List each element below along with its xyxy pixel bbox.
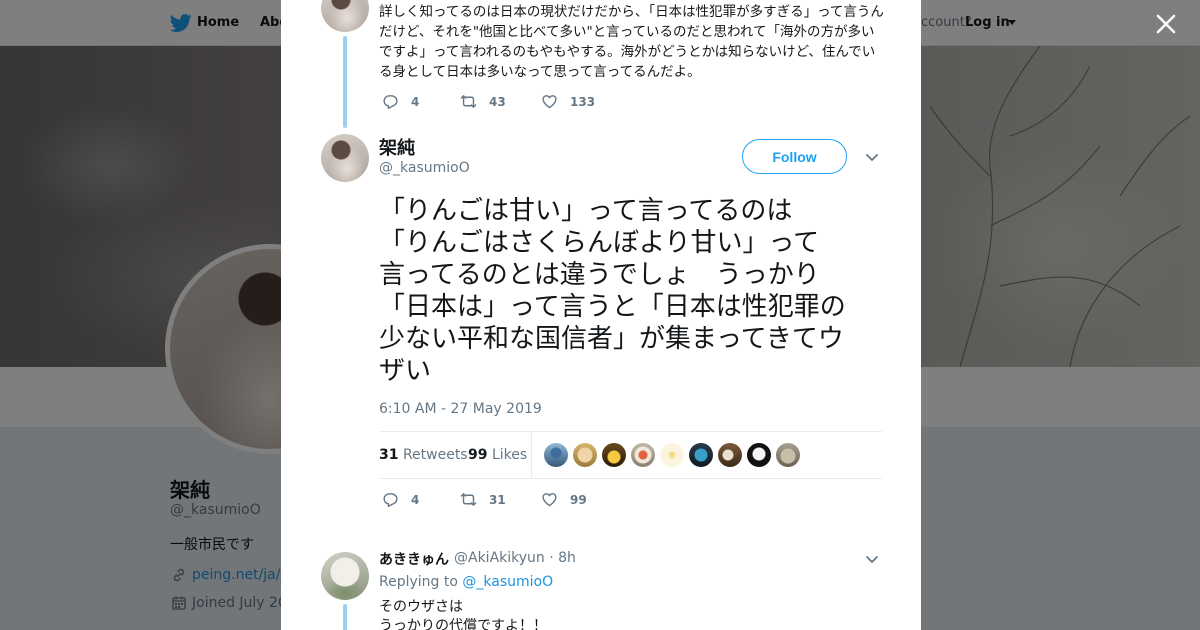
previous-like-count: 133 [570, 94, 596, 109]
liker-avatar[interactable] [631, 443, 655, 467]
replying-to-link[interactable]: @_kasumioO [462, 574, 553, 590]
reply-count: 4 [411, 492, 420, 507]
follow-button[interactable]: Follow [742, 139, 847, 174]
like-action[interactable]: 99 [541, 491, 587, 508]
liker-avatar[interactable] [602, 443, 626, 467]
liker-avatar[interactable] [776, 443, 800, 467]
chevron-down-icon[interactable] [865, 150, 879, 164]
retweet-icon [460, 95, 477, 108]
reply-icon [383, 493, 398, 507]
replying-to-line: Replying to @_kasumioO [379, 574, 553, 590]
likes-stat[interactable]: 99 Likes [468, 447, 527, 463]
previous-retweet-count: 43 [489, 94, 506, 109]
reply-action[interactable]: 4 [382, 491, 419, 508]
previous-reply-action[interactable]: 4 [382, 93, 419, 110]
author-avatar[interactable] [321, 134, 369, 182]
liker-avatar[interactable] [689, 443, 713, 467]
reply-text-line: そのウザさは [379, 599, 463, 615]
author-name[interactable]: 架純 [379, 134, 415, 160]
tweet-stats-bar: 31 Retweets 99 Likes [379, 431, 882, 479]
chevron-down-icon[interactable] [865, 552, 879, 566]
likes-stat-label: Likes [491, 447, 528, 463]
reply-thread-line [343, 604, 347, 630]
liker-avatar[interactable] [544, 443, 568, 467]
thread-connector-line [343, 36, 347, 128]
reply-author-name[interactable]: あききゅん [379, 549, 449, 569]
previous-like-action[interactable]: 133 [541, 93, 595, 110]
previous-retweet-action[interactable]: 43 [460, 93, 506, 110]
retweets-stat[interactable]: 31 Retweets [379, 447, 468, 463]
tweet-modal: 詳しく知ってるのは日本の現状だけだから、「日本は性犯罪が多すぎる」って言うんだけ… [281, 0, 921, 630]
reply-author-handle[interactable]: @AkiAkikyun · 8h [454, 550, 576, 566]
reply-author-avatar[interactable] [321, 552, 369, 600]
likes-stat-count: 99 [468, 447, 488, 463]
close-icon[interactable] [1154, 12, 1178, 36]
heart-icon [542, 95, 557, 109]
liker-avatar[interactable] [660, 443, 684, 467]
replying-to-label: Replying to [379, 574, 458, 590]
liker-avatar[interactable] [747, 443, 771, 467]
like-count: 99 [570, 492, 587, 507]
liker-avatar[interactable] [718, 443, 742, 467]
tweet-timestamp[interactable]: 6:10 AM - 27 May 2019 [379, 401, 542, 417]
tweet-text: 「りんごは甘い」って言ってるのは 「りんごはさくらんぼより甘い」って 言ってるの… [379, 196, 846, 386]
reply-tweet-text: そのウザさは うっかりの代償ですよ！！ [379, 598, 547, 630]
author-handle[interactable]: @_kasumioO [379, 160, 470, 176]
reply-text-line: うっかりの代償ですよ！！ [379, 618, 547, 630]
retweet-action[interactable]: 31 [460, 491, 506, 508]
previous-tweet-text: 詳しく知ってるのは日本の現状だけだから、「日本は性犯罪が多すぎる」って言うんだけ… [379, 4, 884, 80]
retweets-stat-count: 31 [379, 447, 399, 463]
retweets-stat-label: Retweets [402, 447, 468, 463]
reply-icon [383, 95, 398, 109]
retweet-count: 31 [489, 492, 506, 507]
stats-divider [531, 432, 532, 478]
previous-reply-count: 4 [411, 94, 420, 109]
liker-avatar[interactable] [573, 443, 597, 467]
heart-icon [542, 493, 557, 507]
previous-tweet-avatar[interactable] [321, 0, 369, 32]
retweet-icon [460, 493, 477, 506]
